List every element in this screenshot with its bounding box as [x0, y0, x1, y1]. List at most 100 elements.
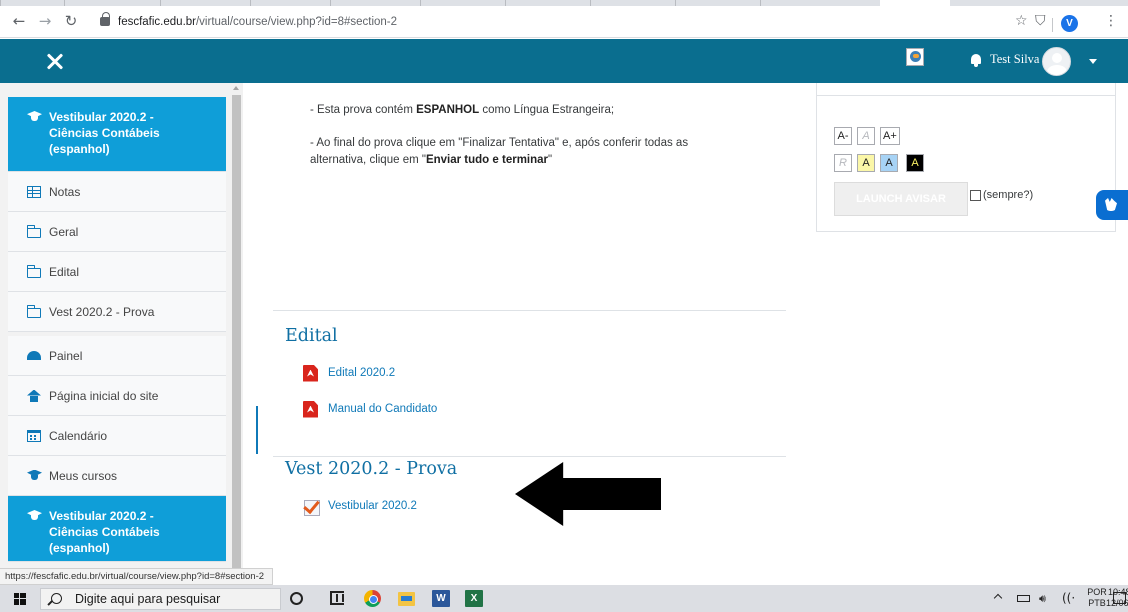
intro-text: "	[548, 154, 553, 166]
task-view-icon[interactable]	[330, 591, 344, 605]
sempre-checkbox-row[interactable]: (sempre?)	[970, 189, 1033, 201]
intro-line-1: - Esta prova contém ESPANHOL como Língua…	[310, 102, 614, 118]
section-title-vest-prova[interactable]: Vest 2020.2 - Prova	[285, 459, 457, 479]
drawer-item-vest-prova[interactable]: Vest 2020.2 - Prova	[8, 292, 226, 332]
font-reset-button[interactable]: A	[857, 127, 875, 145]
search-icon	[51, 593, 62, 604]
address-bar[interactable]: fescfafic.edu.br/virtual/course/view.php…	[92, 10, 1032, 34]
url-path: /virtual/course/view.php?id=8#section-2	[195, 16, 398, 28]
star-icon[interactable]: ☆	[1015, 10, 1028, 32]
color-black-button[interactable]: A	[906, 154, 924, 172]
screen: ← → ↻ fescfafic.edu.br/virtual/course/vi…	[0, 0, 1128, 612]
nav-drawer: Vestibular 2020.2 - Ciências Contábeis (…	[0, 83, 243, 568]
cortana-icon[interactable]	[290, 592, 303, 605]
intro-line-3: alternativa, clique em "Enviar tudo e te…	[310, 152, 552, 168]
forward-arrow-icon[interactable]: →	[34, 10, 56, 32]
intro-bold: Enviar tudo e terminar	[425, 154, 549, 166]
sempre-label: (sempre?)	[983, 189, 1034, 201]
taskbar-clock[interactable]: 10:48 12/06/2020	[1060, 587, 1128, 609]
chrome-icon[interactable]	[364, 590, 381, 607]
drawer-item-site-home[interactable]: Página inicial do site	[8, 376, 226, 416]
volume-icon[interactable]: 🔊︎	[1039, 592, 1046, 606]
intro-text: alternativa, clique em "	[310, 154, 426, 166]
close-drawer-icon[interactable]	[40, 46, 70, 76]
sempre-checkbox[interactable]	[970, 189, 981, 201]
launch-atbar-button[interactable]: LAUNCH AVISAR	[834, 182, 968, 216]
graduation-cap-icon	[27, 111, 41, 123]
url-host: fescfafic.edu.br	[118, 16, 196, 28]
font-increase-button[interactable]: A+	[880, 127, 900, 145]
current-section-marker	[256, 406, 258, 454]
pdf-icon	[303, 365, 318, 382]
windows-taskbar: Digite aqui para pesquisar W X 🔊︎ ((· PO…	[0, 585, 1128, 612]
lock-icon[interactable]	[100, 12, 110, 26]
folder-icon	[26, 304, 41, 318]
shield-icon[interactable]: ⛉	[1035, 10, 1046, 32]
notification-center-icon[interactable]	[1113, 592, 1126, 604]
color-reset-button[interactable]: R	[834, 154, 852, 172]
sign-language-hand-icon[interactable]	[1096, 190, 1128, 220]
activity-vestibular-quiz[interactable]: Vestibular 2020.2	[303, 496, 417, 516]
section-divider	[273, 456, 786, 457]
activity-edital-2020-2[interactable]: Edital 2020.2	[303, 363, 395, 383]
drawer-item-painel[interactable]: Painel	[8, 336, 226, 376]
drawer-item-course-active-2[interactable]: Vestibular 2020.2 - Ciências Contábeis (…	[8, 496, 226, 562]
drawer-item-label: Painel	[49, 348, 83, 363]
word-icon[interactable]: W	[432, 590, 450, 607]
text-to-speech-icon[interactable]	[906, 48, 924, 66]
dashboard-icon	[27, 351, 41, 360]
drawer-item-label: Calendário	[49, 428, 108, 443]
search-placeholder: Digite aqui para pesquisar	[75, 592, 221, 606]
drawer-item-label: Vest 2020.2 - Prova	[49, 304, 155, 319]
graduation-cap-icon	[27, 470, 41, 482]
graduation-cap-icon	[27, 510, 41, 522]
activity-link[interactable]: Manual do Candidato	[328, 403, 437, 415]
drawer-item-geral[interactable]: Geral	[8, 212, 226, 252]
table-icon	[27, 185, 41, 198]
font-decrease-button[interactable]: A-	[834, 127, 852, 145]
pdf-icon	[303, 401, 318, 418]
user-avatar[interactable]	[1042, 47, 1071, 76]
color-yellow-button[interactable]: A	[857, 154, 875, 172]
folder-icon	[26, 224, 41, 238]
activity-link[interactable]: Vestibular 2020.2	[328, 500, 417, 512]
browser-toolbar: ← → ↻ fescfafic.edu.br/virtual/course/vi…	[0, 6, 1128, 38]
excel-icon[interactable]: X	[465, 590, 483, 607]
toolbar-separator	[1052, 18, 1053, 32]
battery-icon[interactable]	[1017, 595, 1030, 602]
scroll-up-arrow-icon[interactable]	[233, 86, 239, 90]
drawer-item-calendario[interactable]: Calendário	[8, 416, 226, 456]
color-blue-button[interactable]: A	[880, 154, 898, 172]
intro-text: - Esta prova contém	[310, 104, 417, 116]
drawer-item-notas[interactable]: Notas	[8, 172, 226, 212]
drawer-item-course-active[interactable]: Vestibular 2020.2 - Ciências Contábeis (…	[8, 97, 226, 172]
drawer-item-label: Página inicial do site	[49, 388, 159, 403]
user-name[interactable]: Test Silva	[990, 52, 1039, 67]
reload-icon[interactable]: ↻	[60, 10, 82, 32]
activity-link[interactable]: Edital 2020.2	[328, 367, 395, 379]
bell-icon[interactable]	[970, 54, 982, 67]
profile-avatar[interactable]: V	[1061, 15, 1078, 32]
drawer-item-label: Notas	[49, 184, 81, 199]
intro-line-2: - Ao final do prova clique em "Finalizar…	[310, 135, 688, 151]
file-explorer-icon[interactable]	[398, 592, 415, 606]
site-navbar: Test Silva	[0, 39, 1128, 83]
drawer-item-edital[interactable]: Edital	[8, 252, 226, 292]
drawer-item-meus-cursos[interactable]: Meus cursos	[8, 456, 226, 496]
link-status-bubble: https://fescfafic.edu.br/virtual/course/…	[0, 568, 274, 585]
drawer-scrollbar[interactable]	[230, 83, 243, 575]
user-menu-caret-icon[interactable]	[1089, 59, 1097, 64]
drawer-item-label: Geral	[49, 224, 79, 239]
calendar-icon	[27, 429, 41, 442]
windows-start-icon[interactable]	[14, 593, 26, 605]
quiz-icon	[303, 497, 321, 516]
taskbar-search-input[interactable]: Digite aqui para pesquisar	[40, 588, 281, 610]
drawer-item-label: Edital	[49, 264, 80, 279]
tray-chevron-up-icon[interactable]	[993, 593, 1003, 603]
kebab-menu-icon[interactable]: ⋮	[1104, 10, 1118, 32]
scrollbar-thumb[interactable]	[232, 95, 241, 575]
drawer-item-label: Meus cursos	[49, 468, 118, 483]
activity-manual-candidato[interactable]: Manual do Candidato	[303, 399, 437, 419]
back-arrow-icon[interactable]: ←	[8, 10, 30, 32]
section-title-edital[interactable]: Edital	[285, 326, 338, 346]
